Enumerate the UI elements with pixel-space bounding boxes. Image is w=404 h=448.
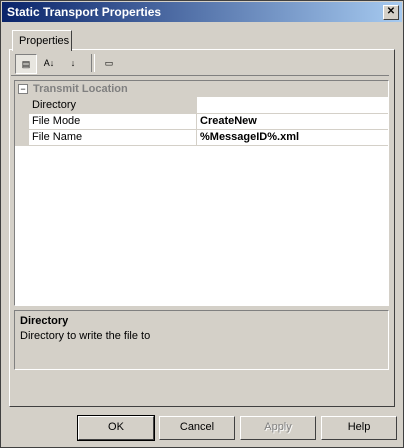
property-value-field[interactable]: CreateNew xyxy=(196,113,388,129)
row-gutter xyxy=(15,113,29,129)
property-value-field[interactable] xyxy=(196,97,388,113)
property-row-file-mode[interactable]: File Mode CreateNew xyxy=(15,113,388,130)
property-row-file-name[interactable]: File Name %MessageID%.xml xyxy=(15,129,388,146)
close-button[interactable]: ✕ xyxy=(383,5,399,20)
sort-grouped-icon: ↓ xyxy=(70,58,76,68)
property-name: File Name xyxy=(32,131,83,143)
categorized-view-button[interactable]: ▤ xyxy=(15,54,37,74)
window-title: Static Transport Properties xyxy=(7,5,162,19)
help-button[interactable]: Help xyxy=(321,416,397,440)
property-value: %MessageID%.xml xyxy=(200,131,300,143)
property-row-directory[interactable]: Directory xyxy=(15,97,388,114)
categorized-icon: ▤ xyxy=(21,59,31,69)
property-pages-button[interactable]: ▭ xyxy=(99,54,119,72)
row-gutter xyxy=(15,129,29,145)
close-icon: ✕ xyxy=(386,6,396,17)
property-value: CreateNew xyxy=(200,115,257,127)
grouped-sort-button[interactable]: ↓ xyxy=(63,54,83,72)
property-name: File Mode xyxy=(32,115,81,127)
description-text: Directory to write the file to xyxy=(20,330,151,342)
apply-button[interactable]: Apply xyxy=(240,416,316,440)
property-value-field[interactable]: %MessageID%.xml xyxy=(196,129,388,145)
property-toolbar: ▤ A↓ ↓ ▭ xyxy=(11,51,389,76)
toolbar-separator xyxy=(91,54,95,72)
property-grid[interactable]: − Transmit Location Directory File Mode … xyxy=(14,80,389,306)
cancel-button[interactable]: Cancel xyxy=(159,416,235,440)
category-row[interactable]: − Transmit Location xyxy=(15,81,388,97)
description-pane: Directory Directory to write the file to xyxy=(14,310,389,370)
title-bar[interactable]: Static Transport Properties ✕ xyxy=(2,2,402,22)
ok-button[interactable]: OK xyxy=(77,415,155,441)
property-name: Directory xyxy=(32,99,77,111)
row-gutter xyxy=(15,97,29,113)
properties-dialog: Static Transport Properties ✕ Properties… xyxy=(0,0,404,448)
tab-properties[interactable]: Properties xyxy=(12,30,72,51)
sort-alpha-icon: A↓ xyxy=(43,58,55,68)
property-pages-icon: ▭ xyxy=(104,58,114,68)
category-label: Transmit Location xyxy=(33,83,128,95)
alphabetical-sort-button[interactable]: A↓ xyxy=(39,54,59,72)
description-title: Directory xyxy=(20,315,69,327)
collapse-icon[interactable]: − xyxy=(18,84,28,94)
tab-label: Properties xyxy=(19,35,70,47)
